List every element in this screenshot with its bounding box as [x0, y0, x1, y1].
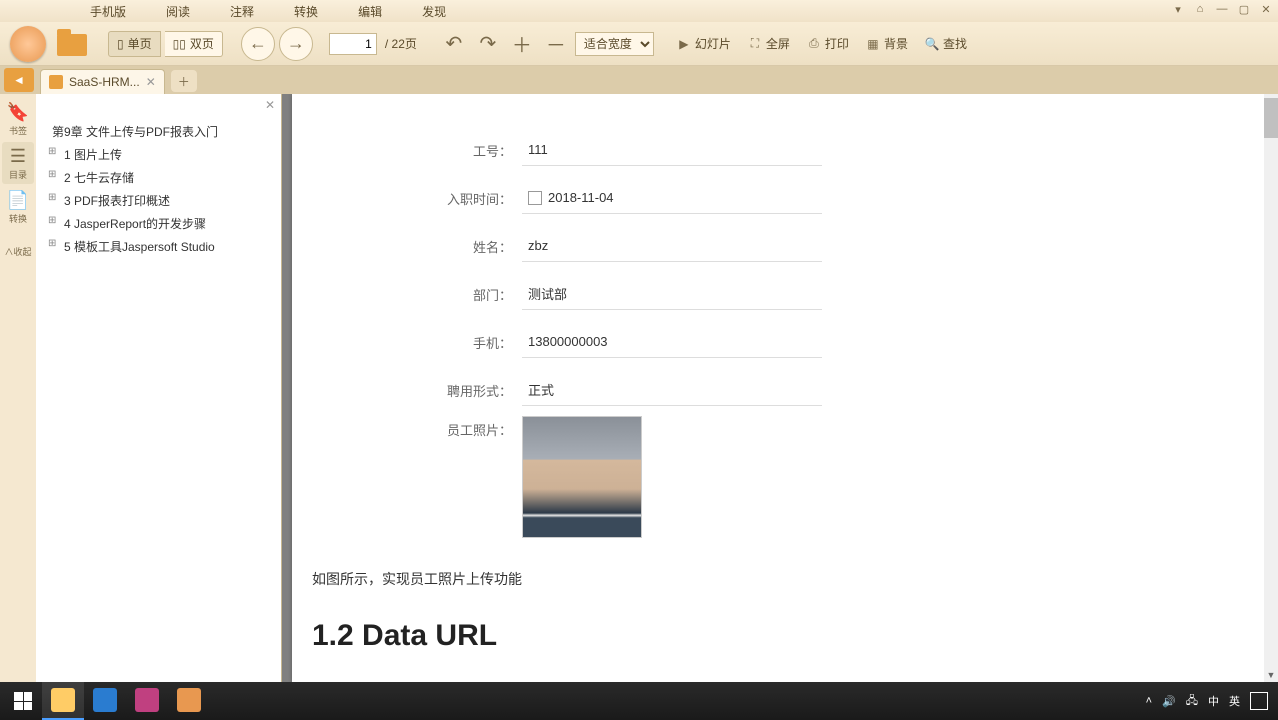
close-window-icon[interactable]: ✕ [1256, 0, 1276, 18]
next-page-button[interactable]: → [279, 27, 313, 61]
menu-discover[interactable]: 发现 [402, 3, 466, 20]
field-name: 姓名：zbz [442, 230, 822, 262]
outline-item[interactable]: 5 模板工具Jaspersoft Studio [44, 235, 273, 258]
menu-read[interactable]: 阅读 [146, 3, 210, 20]
search-button[interactable]: 🔍查找 [918, 35, 973, 52]
background-button[interactable]: ▦背景 [859, 35, 914, 52]
tray-lang[interactable]: 英 [1229, 693, 1240, 709]
bookmark-icon: 🔖 [7, 102, 29, 123]
dropdown-icon[interactable]: ▾ [1168, 0, 1188, 18]
field-photo: 员工照片： [292, 406, 1264, 538]
page-input[interactable] [329, 33, 377, 55]
slideshow-button[interactable]: ▶幻灯片 [670, 35, 737, 52]
prev-page-button[interactable]: ← [241, 27, 275, 61]
menu-mobile[interactable]: 手机版 [70, 3, 146, 20]
tab-bar: ◄ SaaS-HRM... ✕ ＋ [0, 66, 1278, 94]
tab-label: SaaS-HRM... [69, 75, 140, 89]
zoom-out-button[interactable]: － [541, 29, 571, 59]
start-button[interactable] [4, 682, 42, 720]
field-date: 入职时间：2018-11-04 [442, 182, 822, 214]
outline-item[interactable]: 4 JasperReport的开发步骤 [44, 212, 273, 235]
tab-close-icon[interactable]: ✕ [146, 75, 156, 89]
task-intellij[interactable] [126, 682, 168, 720]
document-view: 工号：111 入职时间：2018-11-04 姓名：zbz 部门：测试部 手机：… [282, 94, 1278, 682]
side-tab-bookmark[interactable]: 🔖书签 [2, 98, 34, 140]
zoom-in-button[interactable]: ＋ [507, 29, 537, 59]
outline-icon: ☰ [10, 146, 26, 167]
side-tab-outline[interactable]: ☰目录 [2, 142, 34, 184]
doc-icon [49, 75, 63, 89]
field-type: 聘用形式：正式 [442, 374, 822, 406]
task-pdf[interactable] [168, 682, 210, 720]
maximize-icon[interactable]: ▢ [1234, 0, 1254, 18]
taskbar: ˄ 🔊 🖧 中 英 [0, 682, 1278, 720]
zoom-select[interactable]: 适合宽度 [575, 32, 654, 56]
outline-item[interactable]: 1 图片上传 [44, 143, 273, 166]
scroll-down-icon[interactable]: ▼ [1264, 668, 1278, 682]
single-page-button[interactable]: ▯单页 [108, 31, 161, 57]
side-tabs: 🔖书签 ☰目录 📄转换 ∧收起 [0, 94, 36, 682]
convert-icon: 📄 [7, 190, 29, 211]
field-id: 工号：111 [442, 134, 822, 166]
menu-edit[interactable]: 编辑 [338, 3, 402, 20]
side-tab-collapse[interactable]: ∧收起 [2, 230, 34, 272]
undo-button[interactable]: ↶ [439, 29, 469, 59]
document-page: 工号：111 入职时间：2018-11-04 姓名：zbz 部门：测试部 手机：… [292, 94, 1264, 682]
outline-close-icon[interactable]: ✕ [265, 98, 275, 112]
page-total: / 22页 [381, 35, 421, 52]
task-vscode[interactable] [84, 682, 126, 720]
tray-ime[interactable]: 中 [1208, 693, 1219, 709]
scroll-thumb[interactable] [1264, 98, 1278, 138]
tray-network-icon[interactable]: 🖧 [1186, 692, 1198, 711]
scrollbar[interactable]: ▲ ▼ [1264, 94, 1278, 682]
add-tab-button[interactable]: ＋ [171, 70, 197, 92]
fullscreen-button[interactable]: ⛶全屏 [741, 35, 796, 52]
outline-root[interactable]: 第9章 文件上传与PDF报表入门 [44, 120, 273, 143]
calendar-icon [528, 191, 542, 205]
outline-panel: ✕ 第9章 文件上传与PDF报表入门 1 图片上传 2 七牛云存储 3 PDF报… [36, 94, 282, 682]
caption: 如图所示，实现员工照片上传功能 [312, 568, 1174, 592]
task-explorer[interactable] [42, 682, 84, 720]
open-file-button[interactable] [54, 29, 90, 59]
pin-icon[interactable]: ⌂ [1190, 0, 1210, 18]
tray-volume-icon[interactable]: 🔊 [1162, 695, 1176, 708]
toolbar: ▯单页 ▯▯双页 ← → / 22页 ↶ ↷ ＋ － 适合宽度 ▶幻灯片 ⛶全屏… [0, 22, 1278, 66]
tray-notifications-icon[interactable] [1250, 692, 1268, 710]
double-page-button[interactable]: ▯▯双页 [165, 31, 223, 57]
app-logo [6, 24, 50, 64]
menu-bar: 手机版 阅读 注释 转换 编辑 发现 ▾ ⌂ — ▢ ✕ [0, 0, 1278, 22]
minimize-icon[interactable]: — [1212, 0, 1232, 18]
side-tab-convert[interactable]: 📄转换 [2, 186, 34, 228]
field-phone: 手机：13800000003 [442, 326, 822, 358]
outline-item[interactable]: 3 PDF报表打印概述 [44, 189, 273, 212]
menu-annotate[interactable]: 注释 [210, 3, 274, 20]
document-tab[interactable]: SaaS-HRM... ✕ [40, 69, 165, 94]
tray-up-icon[interactable]: ˄ [1146, 695, 1152, 707]
print-button[interactable]: ⎙打印 [800, 35, 855, 52]
menu-convert[interactable]: 转换 [274, 3, 338, 20]
redo-button[interactable]: ↷ [473, 29, 503, 59]
field-dept: 部门：测试部 [442, 278, 822, 310]
employee-photo [522, 416, 642, 538]
system-tray: ˄ 🔊 🖧 中 英 [1146, 692, 1274, 711]
tab-back-button[interactable]: ◄ [4, 68, 34, 92]
heading-1-2: 1.2 Data URL [312, 610, 1174, 661]
outline-item[interactable]: 2 七牛云存储 [44, 166, 273, 189]
